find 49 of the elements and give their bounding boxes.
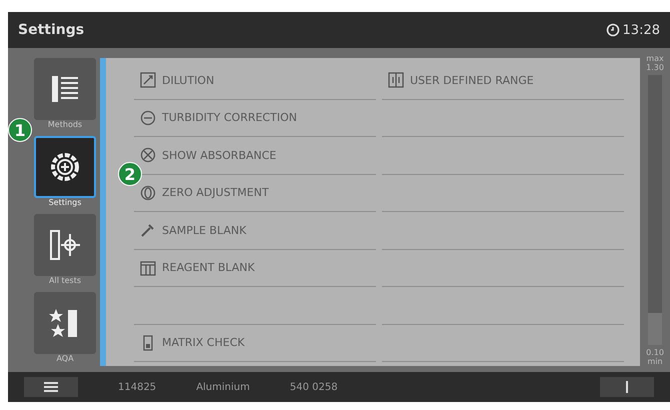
menu-button[interactable] — [24, 377, 78, 397]
menu-label: ZERO ADJUSTMENT — [162, 186, 269, 200]
menu-label: SHOW ABSORBANCE — [162, 148, 276, 162]
info-button[interactable] — [600, 377, 654, 397]
range-icon — [388, 72, 404, 88]
sidebar-label: Methods — [48, 120, 82, 131]
menu-row[interactable]: DILUTION — [134, 62, 376, 100]
reagent-icon — [140, 260, 156, 276]
info-icon — [625, 381, 629, 393]
menu-label: DILUTION — [162, 74, 214, 87]
menu-label: USER DEFINED RANGE — [410, 74, 534, 87]
pipette-icon — [140, 222, 156, 238]
menu-label: TURBIDITY CORRECTION — [162, 111, 297, 124]
clock-icon — [606, 23, 620, 37]
meter-min-value: 0.10 — [646, 348, 664, 357]
parameter-name: Aluminium — [196, 382, 250, 392]
sidebar-button[interactable] — [34, 214, 96, 276]
serial-number: 540 0258 — [290, 382, 338, 392]
menu-row[interactable]: SAMPLE BLANK — [134, 212, 376, 250]
menu-row[interactable]: ZERO ADJUSTMENT — [134, 174, 376, 212]
menu-row[interactable]: MATRIX CHECK — [134, 324, 376, 362]
turbidity-icon — [140, 110, 156, 126]
menu-label: MATRIX CHECK — [162, 336, 245, 350]
sidebar-label: All tests — [49, 276, 81, 287]
menu-row[interactable]: SHOW ABSORBANCE — [134, 137, 376, 174]
sidebar-button[interactable] — [34, 292, 96, 354]
absorbance-icon — [140, 147, 156, 164]
callout-badge: 2 — [118, 162, 142, 186]
screen-title: Settings — [18, 22, 84, 38]
menu-icon — [44, 381, 58, 393]
menu-label: SAMPLE BLANK — [162, 224, 246, 237]
sidebar-button[interactable] — [34, 58, 96, 120]
meter-max-value: 1.30 — [646, 63, 664, 72]
menu-row[interactable]: TURBIDITY CORRECTION — [134, 100, 376, 137]
method-number: 114825 — [118, 382, 156, 392]
clock-time: 13:28 — [622, 22, 660, 38]
gear-icon — [48, 150, 82, 184]
meter-max-label: max — [646, 54, 664, 63]
zero-icon — [140, 184, 156, 201]
sidebar-label: AQA — [56, 354, 74, 365]
dilution-icon — [140, 72, 156, 88]
callout-badge: 1 — [8, 118, 32, 142]
meter-min-label: min — [647, 357, 663, 366]
ruler-target-icon — [48, 228, 82, 262]
menu-row[interactable]: USER DEFINED RANGE — [382, 62, 624, 100]
menu-row[interactable]: REAGENT BLANK — [134, 250, 376, 287]
sidebar-button[interactable] — [34, 136, 96, 198]
menu-label: REAGENT BLANK — [162, 261, 255, 274]
sidebar-label: Settings — [48, 198, 82, 209]
